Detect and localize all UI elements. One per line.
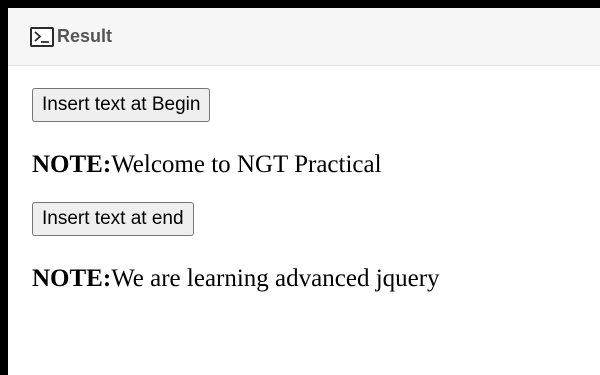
note-label: NOTE: [32, 265, 112, 292]
note-label: NOTE: [32, 151, 112, 178]
note-text: Welcome to NGT Practical [111, 151, 382, 178]
result-content: Insert text at Begin NOTE:Welcome to NGT… [8, 66, 600, 294]
insert-text-end-button[interactable]: Insert text at end [32, 202, 194, 236]
console-icon [30, 26, 54, 47]
note-line-2: NOTE:We are learning advanced jquery [32, 264, 600, 294]
result-header: Result [8, 8, 600, 66]
note-text: We are learning advanced jquery [111, 265, 440, 292]
result-panel: Result Insert text at Begin NOTE:Welcome… [8, 8, 600, 375]
result-title: Result [57, 26, 113, 46]
note-line-1: NOTE:Welcome to NGT Practical [32, 150, 600, 180]
insert-text-begin-button[interactable]: Insert text at Begin [32, 88, 211, 122]
